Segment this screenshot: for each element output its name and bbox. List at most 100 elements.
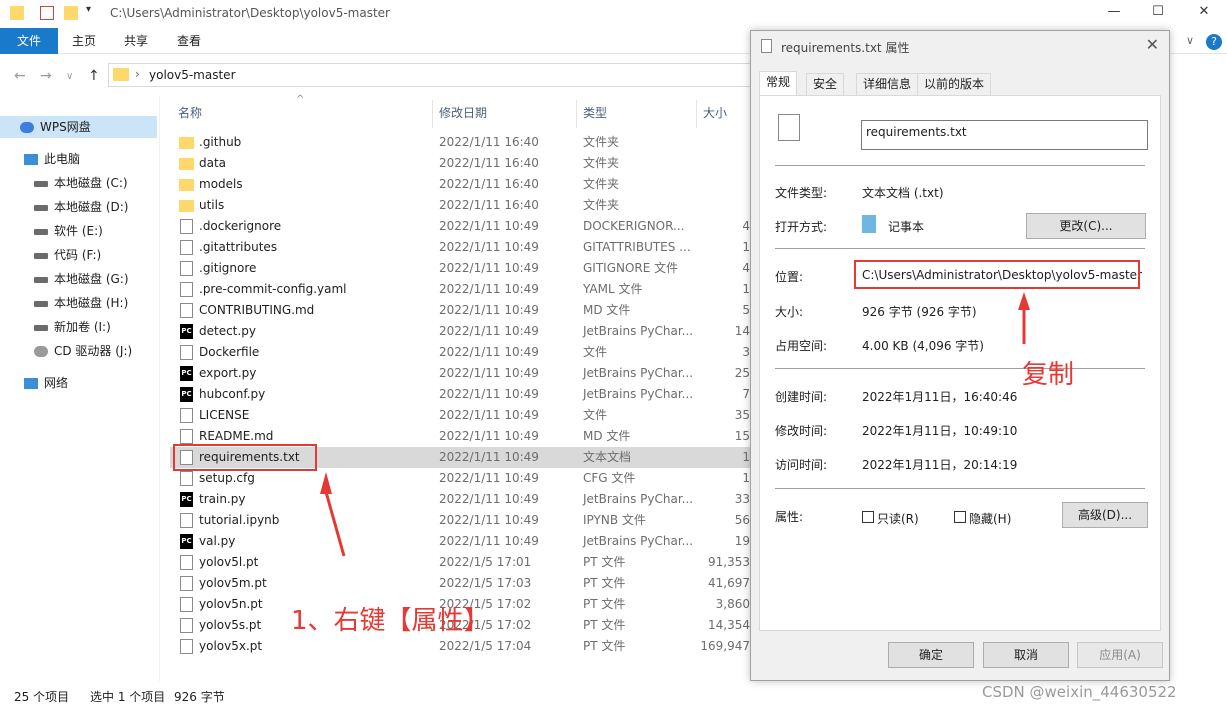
window-title: C:\Users\Administrator\Desktop\yolov5-ma… [110, 6, 390, 20]
pycharm-file-icon: PC [180, 534, 193, 549]
recent-locations-icon[interactable]: ∨ [66, 71, 73, 82]
file-date: 2022/1/11 10:49 [439, 492, 539, 506]
file-icon [180, 429, 193, 444]
filename-field[interactable]: requirements.txt [861, 120, 1148, 150]
pycharm-file-icon: PC [180, 387, 193, 402]
file-row[interactable]: data 2022/1/11 16:40 文件夹 [170, 153, 750, 174]
folder-icon [179, 137, 194, 149]
tab-view[interactable]: 查看 [163, 28, 215, 54]
size-label: 大小: [775, 305, 804, 319]
nav-item-drive-f[interactable]: 代码 (F:) [34, 244, 101, 266]
forward-icon[interactable]: → [40, 68, 52, 84]
ribbon-expand-icon[interactable]: ∨ [1186, 34, 1194, 47]
file-row[interactable]: yolov5l.pt 2022/1/5 17:01 PT 文件 91,353 [170, 552, 750, 573]
tab-file[interactable]: 文件 [0, 28, 58, 54]
nav-item-drive-g[interactable]: 本地磁盘 (G:) [34, 268, 129, 290]
chevron-right-icon[interactable]: › [135, 67, 140, 81]
file-row[interactable]: PC export.py 2022/1/11 10:49 JetBrains PyCh… [170, 363, 750, 384]
hidden-checkbox[interactable] [954, 511, 966, 523]
tab-home[interactable]: 主页 [58, 28, 110, 54]
file-name: tutorial.ipynb [199, 513, 280, 527]
close-icon[interactable]: ✕ [1146, 35, 1159, 54]
nav-item-wps[interactable]: WPS网盘 [0, 116, 157, 138]
disk-size-value: 4.00 KB (4,096 字节) [862, 339, 984, 353]
file-date: 2022/1/5 17:03 [439, 576, 532, 590]
file-row[interactable]: Dockerfile 2022/1/11 10:49 文件 3 [170, 342, 750, 363]
tab-general[interactable]: 常规 [759, 71, 798, 96]
file-row[interactable]: setup.cfg 2022/1/11 10:49 CFG 文件 1 [170, 468, 750, 489]
file-row[interactable]: tutorial.ipynb 2022/1/11 10:49 IPYNB 文件 56 [170, 510, 750, 531]
arrow-up-annotation [320, 472, 346, 557]
file-type: JetBrains PyChar... [583, 366, 694, 380]
file-list: ^ 名称 修改日期 类型 大小 .github 2022/1/11 16:40 文件… [160, 94, 750, 681]
column-separator[interactable] [432, 100, 433, 128]
file-type: PT 文件 [583, 597, 626, 611]
file-row[interactable]: .gitignore 2022/1/11 10:49 GITIGNORE 文件 4 [170, 258, 750, 279]
tab-previous-versions[interactable]: 以前的版本 [917, 73, 992, 95]
file-row[interactable]: PC hubconf.py 2022/1/11 10:49 JetBrains PyC… [170, 384, 750, 405]
column-header-date[interactable]: 修改日期 [439, 104, 487, 121]
nav-label: 代码 (F:) [54, 248, 102, 262]
tab-security[interactable]: 安全 [806, 73, 845, 95]
change-button[interactable]: 更改(C)... [1026, 213, 1146, 239]
file-row[interactable]: utils 2022/1/11 16:40 文件夹 [170, 195, 750, 216]
ok-button[interactable]: 确定 [888, 642, 974, 668]
tab-details[interactable]: 详细信息 [856, 73, 919, 95]
column-separator[interactable] [576, 100, 577, 128]
nav-item-drive-c[interactable]: 本地磁盘 (C:) [34, 172, 128, 194]
tab-share[interactable]: 共享 [110, 28, 162, 54]
apply-button[interactable]: 应用(A) [1077, 642, 1163, 668]
file-date: 2022/1/11 16:40 [439, 198, 539, 212]
address-bar[interactable]: › yolov5-master [108, 63, 758, 87]
file-row[interactable]: .dockerignore 2022/1/11 10:49 DOCKERIGNOR.… [170, 216, 750, 237]
cancel-button[interactable]: 取消 [983, 642, 1069, 668]
nav-item-drive-h[interactable]: 本地磁盘 (H:) [34, 292, 128, 314]
column-header-name[interactable]: 名称 [178, 104, 202, 121]
advanced-button[interactable]: 高级(D)... [1062, 502, 1148, 528]
customize-quick-access-icon[interactable]: ▾ [86, 4, 100, 18]
minimize-icon[interactable]: — [1104, 4, 1124, 24]
file-row[interactable]: yolov5x.pt 2022/1/5 17:04 PT 文件 169,947 [170, 636, 750, 657]
file-date: 2022/1/11 10:49 [439, 534, 539, 548]
nav-item-drive-i[interactable]: 新加卷 (I:) [34, 316, 111, 338]
file-row[interactable]: .gitattributes 2022/1/11 10:49 GITATTRIBUT… [170, 237, 750, 258]
column-header-size[interactable]: 大小 [703, 104, 727, 121]
nav-item-this-pc[interactable]: 此电脑 [24, 148, 80, 170]
properties-icon[interactable] [40, 6, 54, 20]
close-icon[interactable]: ✕ [1194, 4, 1214, 24]
file-type: PT 文件 [583, 639, 626, 653]
drive-icon [34, 204, 48, 211]
back-icon[interactable]: ← [14, 68, 26, 84]
maximize-icon[interactable]: ☐ [1148, 4, 1168, 24]
file-name: utils [199, 198, 225, 212]
file-row[interactable]: PC val.py 2022/1/11 10:49 JetBrains PyChar.… [170, 531, 750, 552]
file-date: 2022/1/11 10:49 [439, 408, 539, 422]
readonly-checkbox[interactable] [862, 511, 874, 523]
file-size: 5 [742, 303, 750, 317]
column-separator[interactable] [696, 100, 697, 128]
file-row[interactable]: PC detect.py 2022/1/11 10:49 JetBrains PyCh… [170, 321, 750, 342]
file-size: 1 [742, 471, 750, 485]
file-row[interactable]: models 2022/1/11 16:40 文件夹 [170, 174, 750, 195]
up-icon[interactable]: ↑ [88, 68, 100, 84]
nav-item-drive-e[interactable]: 软件 (E:) [34, 220, 103, 242]
file-row[interactable]: LICENSE 2022/1/11 10:49 文件 35 [170, 405, 750, 426]
file-row[interactable]: CONTRIBUTING.md 2022/1/11 10:49 MD 文件 5 [170, 300, 750, 321]
folder-icon [179, 200, 194, 212]
nav-item-drive-d[interactable]: 本地磁盘 (D:) [34, 196, 128, 218]
nav-item-cd-j[interactable]: CD 驱动器 (J:) [34, 340, 132, 362]
created-value: 2022年1月11日，16:40:46 [862, 390, 1018, 404]
type-value: 文本文档 (.txt) [862, 186, 944, 200]
file-row[interactable]: .github 2022/1/11 16:40 文件夹 [170, 132, 750, 153]
file-row[interactable]: yolov5m.pt 2022/1/5 17:03 PT 文件 41,697 [170, 573, 750, 594]
file-size: 4 [742, 219, 750, 233]
nav-label: 本地磁盘 (D:) [54, 200, 129, 214]
file-row[interactable]: PC train.py 2022/1/11 10:49 JetBrains PyCha… [170, 489, 750, 510]
help-icon[interactable]: ? [1206, 34, 1222, 50]
new-folder-icon[interactable] [64, 6, 78, 20]
file-type: PT 文件 [583, 576, 626, 590]
file-row[interactable]: .pre-commit-config.yaml 2022/1/11 10:49 YA… [170, 279, 750, 300]
nav-item-network[interactable]: 网络 [24, 372, 68, 394]
highlight-box-location [854, 260, 1140, 289]
column-header-type[interactable]: 类型 [583, 104, 607, 121]
